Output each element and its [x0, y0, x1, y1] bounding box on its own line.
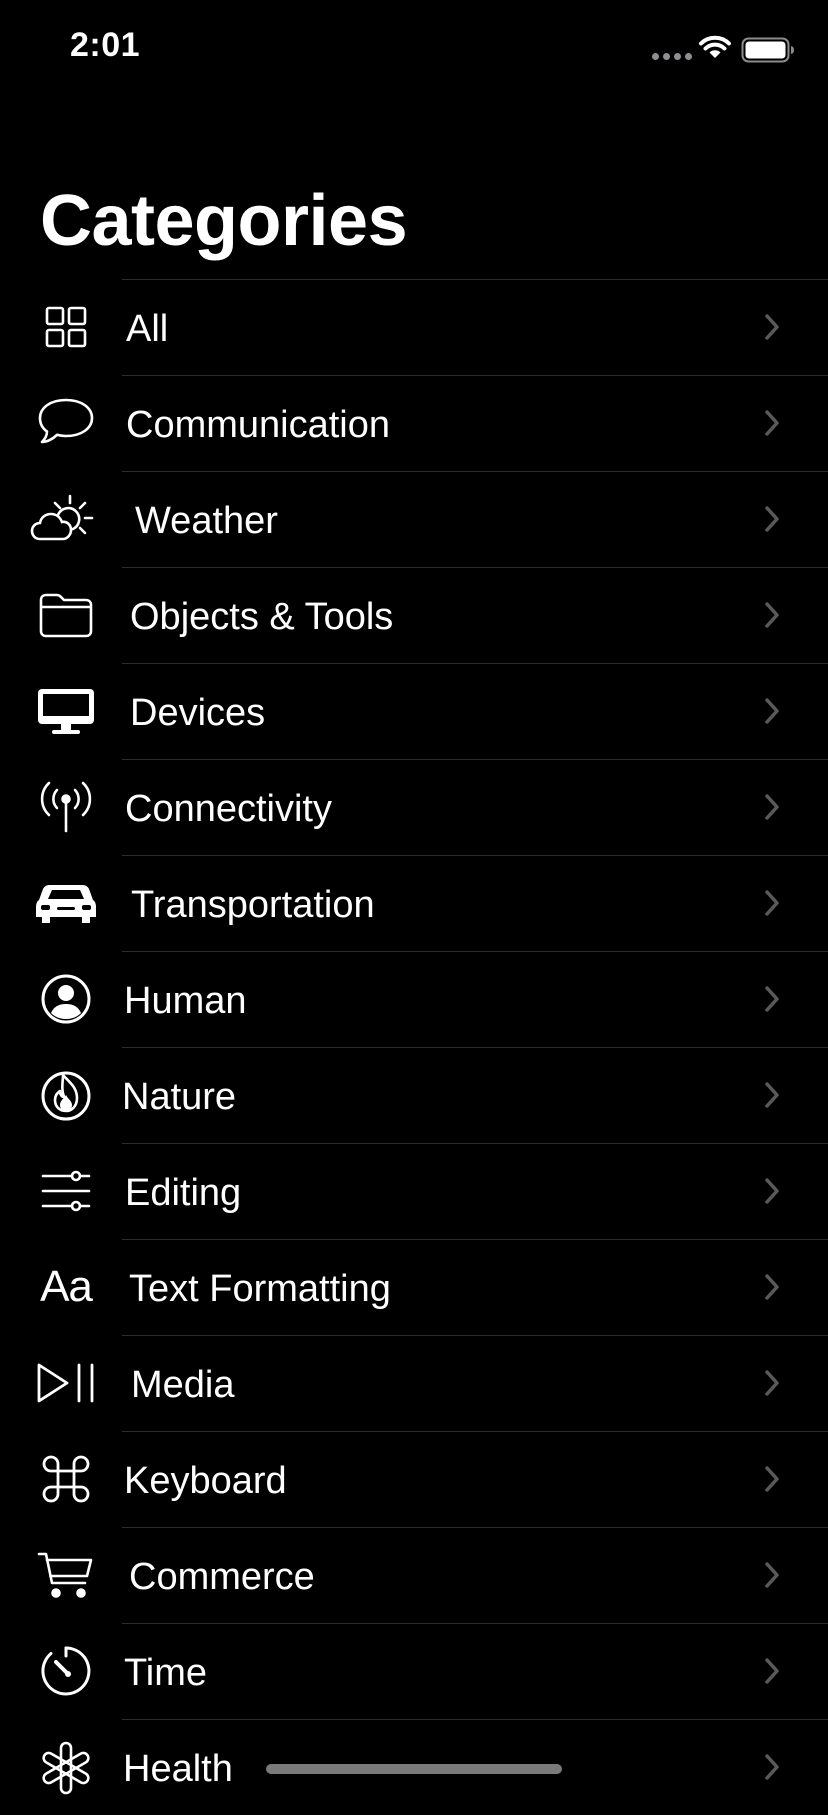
list-item-label: Devices [130, 692, 266, 734]
row-separator [122, 1047, 828, 1048]
status-time: 2:01 [70, 26, 141, 64]
list-item-label: Time [124, 1652, 208, 1694]
list-item-label: Commerce [129, 1556, 315, 1598]
chevron-right-icon [765, 314, 779, 340]
list-item-label: Communication [126, 404, 390, 446]
asterisk-medical-icon [30, 1739, 102, 1795]
chevron-right-icon [765, 986, 779, 1012]
chevron-right-icon [765, 890, 779, 916]
square-grid-icon [30, 299, 102, 355]
slider-horizontal-icon [30, 1163, 102, 1219]
row-separator [122, 663, 828, 664]
chevron-right-icon [765, 410, 779, 436]
list-item-label: All [126, 308, 169, 350]
list-item-time[interactable]: Time [0, 1623, 828, 1719]
list-item-label: Nature [122, 1076, 237, 1118]
row-separator [122, 1527, 828, 1528]
list-item-devices[interactable]: Devices [0, 663, 828, 759]
cloud-sun-icon [30, 491, 102, 547]
page-title: Categories [40, 181, 408, 261]
list-item-label: Editing [125, 1172, 242, 1214]
list-item-editing[interactable]: Editing [0, 1143, 828, 1239]
row-separator [122, 759, 828, 760]
row-separator [122, 375, 828, 376]
list-item-text-formatting[interactable]: Aa Text Formatting [0, 1239, 828, 1335]
wifi-icon [699, 35, 731, 58]
car-icon [30, 875, 102, 931]
flame-icon [30, 1067, 102, 1123]
list-item-label: Weather [135, 500, 278, 542]
chevron-right-icon [765, 1658, 779, 1684]
desktop-computer-icon [30, 683, 102, 739]
row-separator [122, 567, 828, 568]
row-separator [122, 1143, 828, 1144]
list-item-label: Transportation [131, 884, 375, 926]
row-separator [122, 1719, 828, 1720]
timer-icon [30, 1643, 102, 1699]
status-bar: 2:01 [0, 0, 828, 100]
chevron-right-icon [765, 794, 779, 820]
chevron-right-icon [765, 1274, 779, 1300]
list-item-label: Human [124, 980, 247, 1022]
home-indicator[interactable] [266, 1764, 562, 1774]
list-item-nature[interactable]: Nature [0, 1047, 828, 1143]
row-separator [122, 951, 828, 952]
chevron-right-icon [765, 1082, 779, 1108]
list-item-label: Text Formatting [129, 1268, 391, 1310]
list-item-label: Media [131, 1364, 235, 1406]
list-item-media[interactable]: Media [0, 1335, 828, 1431]
cart-icon [30, 1547, 102, 1603]
chevron-right-icon [765, 1466, 779, 1492]
antenna-radiowaves-icon [30, 779, 102, 835]
person-circle-icon [30, 971, 102, 1027]
list-item-connectivity[interactable]: Connectivity [0, 759, 828, 855]
list-item-human[interactable]: Human [0, 951, 828, 1047]
list-item-keyboard[interactable]: Keyboard [0, 1431, 828, 1527]
list-item-commerce[interactable]: Commerce [0, 1527, 828, 1623]
list-item-label: Keyboard [124, 1460, 287, 1502]
cellular-signal-icon [652, 53, 692, 60]
chevron-right-icon [765, 1370, 779, 1396]
chevron-right-icon [765, 698, 779, 724]
list-item-label: Objects & Tools [130, 596, 394, 638]
play-pause-icon [30, 1355, 102, 1411]
speech-bubble-icon [30, 395, 102, 451]
list-item-communication[interactable]: Communication [0, 375, 828, 471]
row-separator [122, 855, 828, 856]
row-separator [122, 1623, 828, 1624]
chevron-right-icon [765, 1178, 779, 1204]
chevron-right-icon [765, 506, 779, 532]
list-item-label: Connectivity [125, 788, 332, 830]
list-item-label: Health [123, 1748, 233, 1790]
folder-icon [30, 587, 102, 643]
list-item-all[interactable]: All [0, 279, 828, 375]
categories-list: All Communication Weather Objects & Tool… [0, 279, 828, 1815]
chevron-right-icon [765, 602, 779, 628]
list-item-objects-tools[interactable]: Objects & Tools [0, 567, 828, 663]
chevron-right-icon [765, 1754, 779, 1780]
row-separator [122, 471, 828, 472]
battery-icon [741, 37, 794, 63]
list-item-weather[interactable]: Weather [0, 471, 828, 567]
command-icon [30, 1451, 102, 1507]
chevron-right-icon [765, 1562, 779, 1588]
row-separator [122, 279, 828, 280]
row-separator [122, 1239, 828, 1240]
row-separator [122, 1431, 828, 1432]
row-separator [122, 1335, 828, 1336]
list-item-transportation[interactable]: Transportation [0, 855, 828, 951]
textformat-icon: Aa [40, 1262, 93, 1311]
